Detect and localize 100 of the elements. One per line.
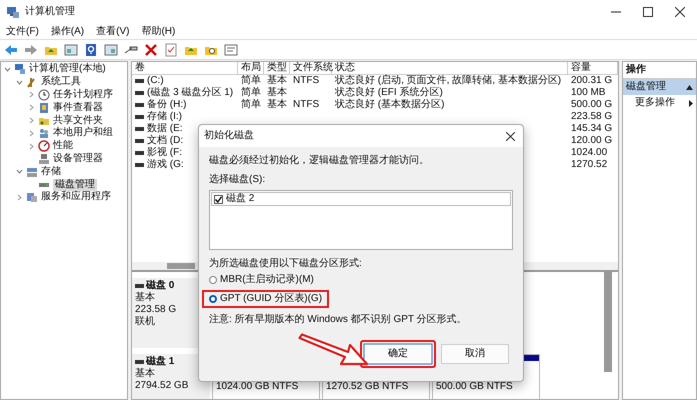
ok-button[interactable]: 确定 [360,340,436,368]
table-cell-text: 145.34 G [570,123,614,135]
storage-icon [26,166,38,178]
device-icon [38,152,50,165]
tree-item[interactable]: 计算机管理(本地) [29,63,106,76]
action-section-header[interactable]: 磁盘管理 [623,79,696,95]
log-icon [38,102,50,114]
dialog-title: 初始化磁盘 [204,130,254,142]
volume-name: 游戏 (G: [147,159,184,171]
disk-status: 联机 [135,316,155,328]
partition-size: 1024.00 GB NTFS [215,380,300,393]
table-cell-text: NTFS [292,99,320,111]
computer-icon [6,5,20,19]
volume-name: 文档 (D: [147,135,184,146]
tree-item[interactable]: 任务计划程序 [53,88,113,101]
table-cell-text: 基本 [266,75,288,86]
tree-item[interactable]: 本地用户和组 [53,127,113,140]
menu-item[interactable]: 帮助(H) [141,26,176,38]
delete-icon[interactable] [144,42,158,56]
services-icon [26,191,38,204]
table-cell-text: 简单 [240,75,262,86]
disk-name: 磁盘 1 [146,356,174,368]
table-cell-text: 基本 [266,99,288,111]
checkbox[interactable] [214,194,223,204]
table-cell-text: 1270.52 [570,159,608,171]
radio-option[interactable]: MBR(主启动记录)(M) [202,271,321,289]
check-icon [215,196,222,202]
partition-size: 500.00 GB NTFS [435,380,514,393]
volume-name: 备份 (H:) [147,99,186,110]
partition-style-label: 为所选磁盘使用以下磁盘分区形式: [209,258,362,270]
tree-item[interactable]: 共享文件夹 [53,114,103,127]
table-cell-text: 状态良好 (基本数据分区) [334,99,446,111]
dialog-message: 磁盘必须经过初始化，逻辑磁盘管理器才能访问。 [209,155,429,167]
forward-icon[interactable] [24,42,38,56]
table-cell-text: 简单 [240,87,262,98]
table-cell-text: 状态良好 (启动, 页面文件, 故障转储, 基本数据分区) [334,75,562,86]
horizontal-scrollbar[interactable] [167,263,195,269]
table-cell-text: 100 MB [570,87,606,99]
column-header[interactable]: 状态 [332,62,568,74]
volume-name: 存储 (I:) [147,111,182,123]
panel-icon[interactable] [104,42,118,56]
tree-item[interactable]: 系统工具 [41,76,81,88]
expanded-caret-icon[interactable] [16,168,22,176]
collapsed-caret-icon[interactable] [28,91,34,98]
disk-name: 磁盘 0 [146,280,174,292]
section-label: 磁盘管理 [626,81,666,93]
collapsed-caret-icon[interactable] [28,117,34,124]
collapse-arrow-icon[interactable] [686,84,693,90]
tree-item[interactable]: 事件查看器 [53,102,103,114]
disk-type: 基本 [135,292,155,304]
menu-item[interactable]: 文件(F) [6,26,39,38]
menu-item[interactable]: 操作(A) [50,26,84,38]
panel-icon[interactable] [64,42,78,56]
action-item[interactable]: 更多操作 [635,97,675,109]
tree-item[interactable]: 设备管理器 [53,152,103,165]
tree-item[interactable]: 磁盘管理 [53,178,97,191]
collapsed-caret-icon[interactable] [28,142,34,150]
table-cell-text: 1024.00 [570,147,608,159]
drive-icon [135,360,144,364]
expanded-caret-icon[interactable] [4,66,10,73]
disk-list-item[interactable]: 磁盘 2 [211,192,511,206]
volume-name: 数据 (E: [147,123,183,134]
disk-size: 223.58 G [135,304,176,316]
vertical-scrollbar[interactable] [604,272,612,372]
column-header[interactable]: 类型 [264,62,290,74]
back-icon[interactable] [4,42,18,56]
checklist-icon[interactable] [164,42,178,56]
tree-item[interactable]: 性能 [53,140,73,152]
clock-icon [38,88,50,101]
gauge-icon [38,140,50,152]
drive-icon [135,284,144,288]
table-cell-text: 基本 [266,87,288,98]
disk-label: 磁盘 2 [226,193,254,205]
users-icon [38,127,50,140]
maximize-icon[interactable] [643,7,653,17]
close-icon[interactable] [506,132,515,140]
close-icon[interactable] [675,7,685,17]
collapsed-caret-icon[interactable] [28,104,34,112]
menu-item[interactable]: 查看(V) [96,26,130,38]
radio-option[interactable]: GPT (GUID 分区表)(G) [202,290,330,308]
expanded-caret-icon[interactable] [16,78,22,86]
disk-type: 基本 [135,368,155,380]
table-cell-text: NTFS [292,75,320,87]
table-cell-text: 简单 [240,99,262,111]
column-header[interactable]: 卷 [132,62,238,74]
column-header[interactable]: 布局 [238,62,264,74]
list-label: 选择磁盘(S): [209,174,266,186]
table-cell-text: 120.00 G [570,135,614,147]
volume-name: (磁盘 3 磁盘分区 1) [147,87,234,99]
collapsed-caret-icon[interactable] [28,130,34,137]
note-text: 注意: 所有早期版本的 Windows 都不识别 GPT 分区形式。 [209,314,467,326]
volume-name: 影视 (F: [147,147,182,158]
properties-icon[interactable] [224,42,238,56]
table-cell-text: 状态良好 (EFI 系统分区) [334,87,444,98]
tree-item[interactable]: 服务和应用程序 [41,191,111,204]
partition-size: 1270.52 GB NTFS [325,380,410,393]
collapsed-caret-icon[interactable] [16,194,22,201]
submenu-arrow-icon [689,100,693,106]
tree-item[interactable]: 存储 [41,166,61,178]
table-cell-text: 500.00 G [570,99,614,111]
